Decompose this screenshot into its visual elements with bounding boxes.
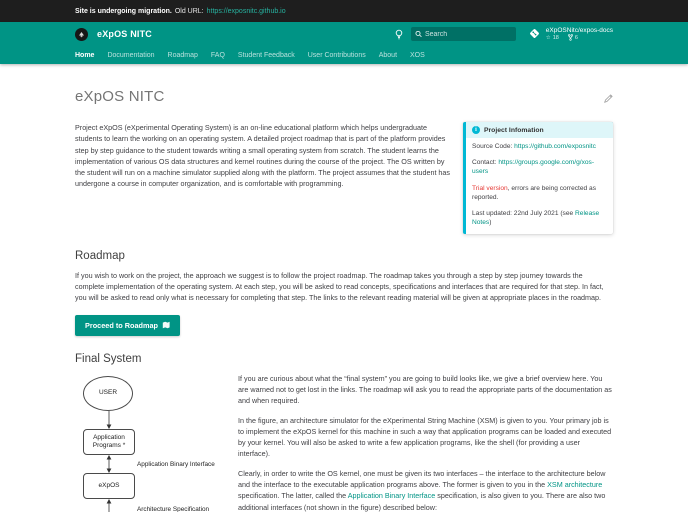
final-system-p1: If you are curious about what the “final… <box>238 373 612 406</box>
tab-about[interactable]: About <box>379 52 397 59</box>
banner-label: Old URL: <box>174 7 204 15</box>
p3-text-2: specification. The latter, called the <box>238 491 348 501</box>
edit-page-icon[interactable] <box>604 90 613 108</box>
source-code-link[interactable]: https://github.com/exposnitc <box>514 143 596 150</box>
final-system-diagram: USER Application Programs * eXpOS XSM Ar… <box>75 373 230 512</box>
nav-tabs: Home Documentation Roadmap FAQ Student F… <box>0 46 688 64</box>
final-system-p2: In the figure, an architecture simulator… <box>238 415 612 459</box>
contact-label: Contact: <box>472 159 499 167</box>
tab-xos[interactable]: XOS <box>410 52 425 59</box>
search-input[interactable] <box>424 30 512 38</box>
roadmap-heading: Roadmap <box>75 249 125 262</box>
repo-star-count: 18 <box>552 34 559 41</box>
search-icon <box>415 30 422 38</box>
search-box[interactable] <box>410 27 516 41</box>
tab-faq[interactable]: FAQ <box>211 52 225 59</box>
banner-bold-text: Site is undergoing migration. <box>75 7 172 15</box>
star-icon: ☆ <box>545 34 551 41</box>
source-code-label: Source Code: <box>472 143 515 150</box>
site-logo-icon <box>75 27 88 41</box>
final-system-heading: Final System <box>75 352 142 365</box>
proceed-button-label: Proceed to Roadmap <box>85 320 158 330</box>
infobox-title-row: i Project Infomation <box>466 122 613 138</box>
main-content: eXpOS NITC Project eXpOS (eXperimental O… <box>0 64 688 512</box>
tab-student-feedback[interactable]: Student Feedback <box>238 52 295 59</box>
announcement-banner: Site is undergoing migration. Old URL: h… <box>0 0 688 22</box>
tab-documentation[interactable]: Documentation <box>107 52 154 59</box>
banner-old-url-link[interactable]: https://exposnitc.github.io <box>207 8 286 15</box>
source-code-line: Source Code: https://github.com/exposnit… <box>472 143 607 152</box>
diagram-label-architecture-spec: Architecture Specification <box>137 505 210 512</box>
trial-version-line: Trial version, errors are being correcte… <box>472 185 607 203</box>
contact-line: Contact: https://groups.google.com/g/xos… <box>472 159 607 177</box>
tab-user-contributions[interactable]: User Contributions <box>308 52 366 59</box>
intro-paragraph: Project eXpOS (eXperimental Operating Sy… <box>75 123 451 189</box>
app-header: eXpOS NITC eXpOSNitc/expos-docs <box>0 22 688 64</box>
repo-source-link[interactable]: eXpOSNitc/expos-docs ☆ 18 6 <box>528 27 613 42</box>
final-system-p3: Clearly, in order to write the OS kernel… <box>238 468 613 512</box>
diagram-label-abi: Application Binary Interface <box>137 460 215 468</box>
git-diamond-icon <box>529 29 539 39</box>
final-system-text: If you are curious about what the “final… <box>238 373 613 512</box>
diagram-node-user: USER <box>83 375 133 411</box>
abi-link[interactable]: Application Binary Interface <box>348 491 436 500</box>
roadmap-paragraph: If you wish to work on the project, the … <box>75 270 604 303</box>
repo-name: eXpOSNitc/expos-docs <box>545 26 613 34</box>
repo-fork-count: 6 <box>574 34 578 41</box>
last-updated-label: Last updated: 22nd July 2021 (see <box>472 209 576 217</box>
theme-toggle-bulb-icon[interactable] <box>394 29 405 40</box>
info-icon: i <box>472 126 480 134</box>
project-information-box: i Project Infomation Source Code: https:… <box>463 122 613 234</box>
diagram-node-application-programs: Application Programs * <box>83 428 135 455</box>
infobox-title: Project Infomation <box>484 126 544 134</box>
xsm-architecture-link[interactable]: XSM architecture <box>547 480 602 489</box>
diagram-node-expos: eXpOS <box>83 472 135 499</box>
fork-icon <box>567 34 573 42</box>
tab-roadmap[interactable]: Roadmap <box>168 52 198 59</box>
proceed-to-roadmap-button[interactable]: Proceed to Roadmap <box>75 314 180 336</box>
trial-version-text: Trial version <box>472 184 508 192</box>
page-title: eXpOS NITC <box>75 88 165 105</box>
last-updated-line: Last updated: 22nd July 2021 (see Releas… <box>472 210 607 228</box>
last-updated-close: ) <box>489 218 492 226</box>
site-title: eXpOS NITC <box>97 29 153 39</box>
tab-home[interactable]: Home <box>75 52 94 59</box>
map-icon <box>162 321 170 329</box>
